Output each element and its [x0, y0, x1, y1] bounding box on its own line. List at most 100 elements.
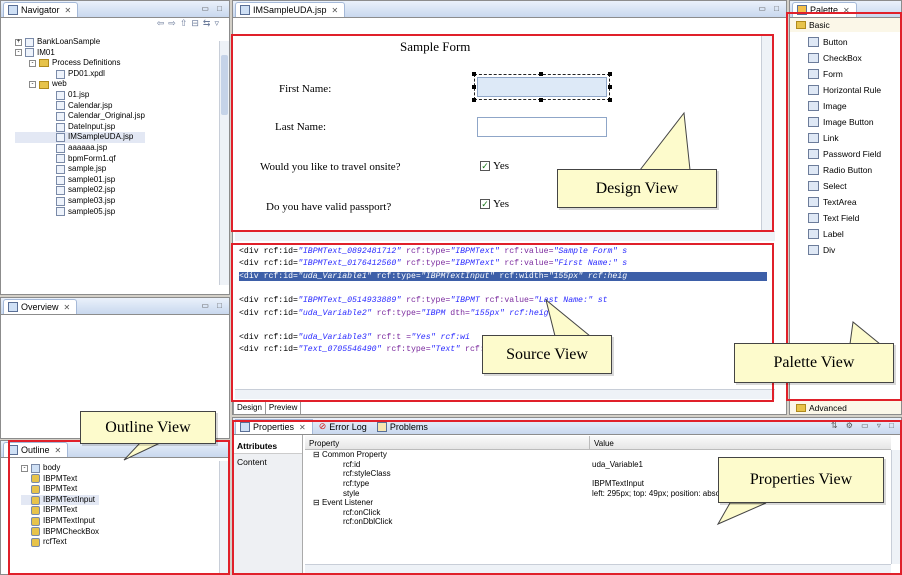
close-icon[interactable]: ✕ — [843, 6, 850, 15]
property-row[interactable]: style left: 295px; top: 49px; position: a… — [305, 488, 735, 498]
property-group-row[interactable]: ⊟ Event Listener — [305, 498, 735, 508]
window-buttons[interactable]: ▭ □ — [201, 4, 225, 13]
collapse-icon[interactable]: ⊟ — [313, 450, 322, 459]
col-property[interactable]: Property — [305, 436, 590, 449]
window-buttons[interactable]: ▭ □ — [201, 301, 225, 310]
property-value[interactable] — [590, 498, 735, 508]
tab-design[interactable]: Design — [233, 402, 266, 414]
design-hscroll[interactable] — [235, 231, 775, 241]
tree-item[interactable]: IMSampleUDA.jsp — [15, 132, 145, 143]
link-editor-icon[interactable]: ⇆ — [203, 18, 215, 28]
passport-checkbox[interactable]: ✓ Yes — [480, 198, 509, 210]
tree-item[interactable]: aaaaaa.jsp — [15, 143, 145, 154]
palette-item[interactable]: Image — [808, 98, 901, 114]
collapse-all-icon[interactable]: ⊟ — [191, 18, 203, 28]
palette-item[interactable]: Select — [808, 178, 901, 194]
property-row[interactable]: rcf:onClick — [305, 508, 735, 518]
back-icon[interactable]: ⇦ — [157, 18, 169, 28]
tree-item[interactable]: sample03.jsp — [15, 196, 145, 207]
outline-item[interactable]: IBPMText — [21, 474, 99, 485]
palette-item[interactable]: Horizontal Rule — [808, 82, 901, 98]
tab-outline[interactable]: Outline ✕ — [3, 442, 69, 457]
tab-error-log[interactable]: ⊘ Error Log — [315, 419, 371, 434]
outline-item[interactable]: - body — [21, 463, 99, 474]
palette-item[interactable]: Button — [808, 34, 901, 50]
side-tab-attributes[interactable]: Attributes — [233, 435, 302, 454]
close-icon[interactable]: ✕ — [65, 6, 72, 15]
property-row[interactable]: rcf:type IBPMTextInput — [305, 479, 735, 489]
property-value[interactable]: left: 295px; top: 49px; position: absolu… — [590, 488, 735, 498]
outline-item[interactable]: IBPMTextInput — [21, 516, 99, 527]
expand-toggle-icon[interactable]: + — [15, 38, 22, 46]
property-value[interactable]: uda_Variable1 — [590, 460, 735, 470]
tab-preview[interactable]: Preview — [266, 402, 302, 414]
source-hscroll[interactable] — [235, 389, 775, 399]
source-line[interactable]: <div rcf:id="IBPMText_0176412560" rcf:ty… — [239, 259, 627, 268]
tree-item[interactable]: - Process Definitions — [15, 58, 145, 69]
expand-toggle-icon[interactable]: - — [29, 81, 36, 89]
tree-item[interactable]: bpmForm1.qf — [15, 154, 145, 165]
palette-item[interactable]: Label — [808, 226, 901, 242]
palette-drawer-advanced[interactable]: Advanced — [790, 400, 901, 414]
properties-hscroll[interactable] — [305, 564, 891, 574]
property-group-row[interactable]: ⊟ Common Property — [305, 450, 735, 460]
last-name-input[interactable] — [477, 117, 607, 137]
window-buttons[interactable]: ▭ □ — [758, 4, 782, 13]
expand-toggle-icon[interactable]: - — [29, 59, 36, 67]
tab-problems[interactable]: Problems — [373, 419, 432, 434]
property-value[interactable] — [590, 517, 735, 527]
tree-item[interactable]: sample02.jsp — [15, 185, 145, 196]
property-value[interactable] — [590, 450, 735, 460]
palette-item[interactable]: Password Field — [808, 146, 901, 162]
travel-checkbox[interactable]: ✓ Yes — [480, 160, 509, 172]
tree-item[interactable]: PD01.xpdl — [15, 69, 145, 80]
collapse-icon[interactable]: ⊟ — [313, 498, 322, 507]
tab-overview[interactable]: Overview ✕ — [3, 299, 78, 314]
tree-item[interactable]: + BankLoanSample — [15, 37, 145, 48]
tab-palette[interactable]: Palette ✕ — [792, 2, 857, 17]
tab-navigator[interactable]: Navigator ✕ — [3, 2, 79, 17]
properties-vscroll[interactable] — [891, 450, 901, 564]
outline-item[interactable]: IBPMText — [21, 484, 99, 495]
source-line[interactable]: <div rcf:id="uda_Variable3" rcf:t ="Yes"… — [239, 333, 470, 342]
palette-drawer-basic[interactable]: Basic — [790, 18, 901, 32]
side-tab-content[interactable]: Content — [233, 454, 302, 470]
design-vscroll[interactable] — [761, 35, 772, 231]
tree-item[interactable]: Calendar_Original.jsp — [15, 111, 145, 122]
tab-properties[interactable]: Properties ✕ — [235, 419, 313, 434]
close-icon[interactable]: ✕ — [64, 303, 71, 312]
col-value[interactable]: Value — [590, 436, 618, 449]
view-menu-icon[interactable]: ▿ — [214, 18, 223, 28]
outline-item[interactable]: IBPMText — [21, 505, 99, 516]
palette-item[interactable]: Form — [808, 66, 901, 82]
tree-item[interactable]: sample01.jsp — [15, 175, 145, 186]
close-icon[interactable]: ✕ — [299, 423, 306, 432]
source-line[interactable]: <div rcf:id="uda_Variable1" rcf:type="IB… — [239, 271, 767, 281]
close-icon[interactable]: ✕ — [332, 6, 339, 15]
tree-item[interactable]: - IM01 — [15, 48, 145, 59]
tree-item[interactable]: 01.jsp — [15, 90, 145, 101]
tree-item[interactable]: DateInput.jsp — [15, 122, 145, 133]
tree-item[interactable]: sample05.jsp — [15, 207, 145, 218]
tab-imsampleuda[interactable]: IMSampleUDA.jsp ✕ — [235, 2, 346, 17]
palette-item[interactable]: Div — [808, 242, 901, 258]
expand-toggle-icon[interactable]: - — [15, 49, 22, 57]
expand-toggle-icon[interactable]: - — [21, 464, 28, 472]
properties-toolbar[interactable]: ⇅ ⚙ ▭ ▿ □ — [831, 421, 897, 430]
palette-item[interactable]: CheckBox — [808, 50, 901, 66]
palette-item[interactable]: TextArea — [808, 194, 901, 210]
outline-scrollbar[interactable] — [219, 461, 229, 574]
outline-item[interactable]: IBPMTextInput — [21, 494, 100, 506]
source-line[interactable]: <div rcf:id="IBPMText_0892481712" rcf:ty… — [239, 247, 627, 256]
navigator-scrollbar[interactable] — [219, 41, 229, 285]
tree-item[interactable]: Calendar.jsp — [15, 101, 145, 112]
up-icon[interactable]: ⇧ — [180, 18, 192, 28]
forward-icon[interactable]: ⇨ — [168, 18, 180, 28]
palette-item[interactable]: Link — [808, 130, 901, 146]
property-row[interactable]: rcf:onDblClick — [305, 517, 735, 527]
source-line[interactable]: <div rcf:id="IBPMText_0514933889" rcf:ty… — [239, 296, 608, 305]
tree-item[interactable]: - web — [15, 79, 145, 90]
palette-item[interactable]: Image Button — [808, 114, 901, 130]
property-value[interactable]: IBPMTextInput — [590, 479, 735, 489]
property-value[interactable] — [590, 508, 735, 518]
